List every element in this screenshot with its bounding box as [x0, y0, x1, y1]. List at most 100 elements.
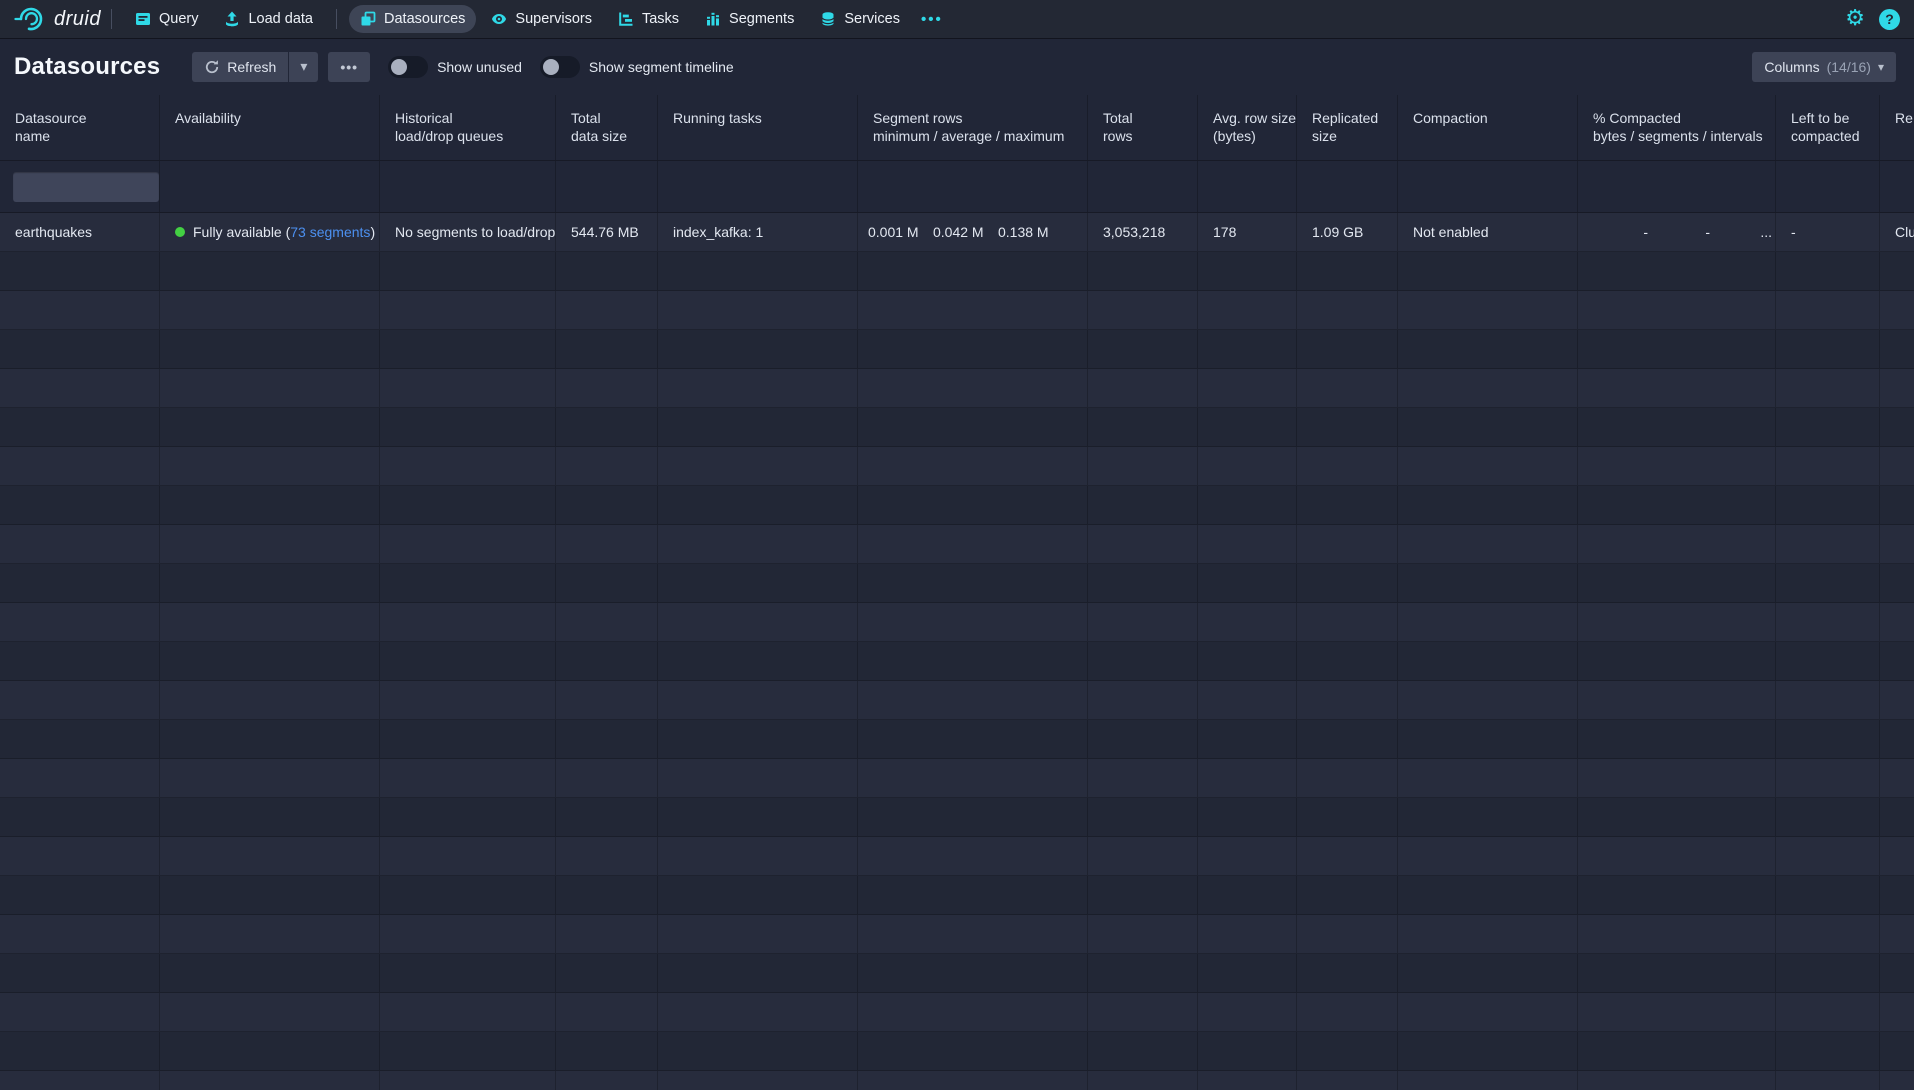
nav-item-segments[interactable]: Segments: [694, 5, 805, 33]
druid-logo[interactable]: druid: [14, 6, 101, 32]
empty-cell: [160, 525, 380, 563]
table-row-empty: [0, 837, 1914, 876]
column-header-availability[interactable]: Availability: [160, 95, 380, 160]
empty-cell: [0, 1071, 160, 1090]
cell-compaction[interactable]: Not enabled: [1398, 213, 1578, 251]
datasource-name-filter-input[interactable]: [13, 172, 159, 202]
show-unused-label: Show unused: [437, 59, 522, 75]
column-header-compaction[interactable]: Compaction: [1398, 95, 1578, 160]
empty-cell: [1880, 1032, 1914, 1070]
empty-cell: [1198, 876, 1297, 914]
nav-item-label: Tasks: [642, 11, 679, 27]
refresh-interval-caret-button[interactable]: ▾: [289, 52, 318, 82]
nav-more-button[interactable]: •••: [913, 5, 951, 34]
filter-cell: [1198, 161, 1297, 212]
empty-cell: [160, 486, 380, 524]
empty-cell: [658, 486, 858, 524]
cell-total-data-size: 544.76 MB: [556, 213, 658, 251]
empty-cell: [658, 876, 858, 914]
nav-item-datasources[interactable]: Datasources: [349, 5, 476, 33]
empty-cell: [1398, 837, 1578, 875]
empty-cell: [1297, 720, 1398, 758]
empty-cell: [1776, 798, 1880, 836]
refresh-split-button: Refresh ▾: [192, 52, 318, 82]
empty-cell: [1880, 876, 1914, 914]
column-header-historical[interactable]: Historicalload/drop queues: [380, 95, 556, 160]
empty-cell: [556, 993, 658, 1031]
empty-cell: [1880, 1071, 1914, 1090]
empty-cell: [1776, 447, 1880, 485]
empty-cell: [160, 681, 380, 719]
nav-divider: [336, 9, 337, 29]
empty-cell: [556, 681, 658, 719]
column-header-total[interactable]: Totaldata size: [556, 95, 658, 160]
refresh-button[interactable]: Refresh: [192, 52, 288, 82]
empty-cell: [1398, 1032, 1578, 1070]
cell-retention[interactable]: Clu: [1880, 213, 1914, 251]
empty-cell: [160, 369, 380, 407]
column-header-running-tasks[interactable]: Running tasks: [658, 95, 858, 160]
column-header-left-to-be[interactable]: Left to becompacted: [1776, 95, 1880, 160]
empty-cell: [858, 486, 1088, 524]
nav-item-load-data[interactable]: Load data: [213, 5, 324, 33]
nav-item-supervisors[interactable]: Supervisors: [480, 5, 603, 33]
nav-item-query[interactable]: Query: [124, 5, 210, 33]
column-header-avg-row-size[interactable]: Avg. row size(bytes): [1198, 95, 1297, 160]
empty-cell: [1297, 564, 1398, 602]
empty-cell: [1088, 564, 1198, 602]
empty-cell: [658, 1032, 858, 1070]
empty-cell: [1198, 603, 1297, 641]
show-segment-timeline-toggle[interactable]: [540, 56, 580, 78]
help-icon: ?: [1879, 9, 1900, 30]
gear-icon: ⚙: [1845, 8, 1865, 30]
empty-cell: [658, 954, 858, 992]
status-dot-icon: [175, 227, 185, 237]
datasources-icon: [360, 11, 376, 27]
table-row-empty: [0, 603, 1914, 642]
settings-button[interactable]: ⚙: [1845, 8, 1865, 30]
show-unused-toggle[interactable]: [388, 56, 428, 78]
empty-cell: [1297, 525, 1398, 563]
empty-cell: [1398, 564, 1578, 602]
table-row-empty: [0, 720, 1914, 759]
empty-cell: [1578, 1071, 1776, 1090]
empty-cell: [1297, 993, 1398, 1031]
column-header-replicated[interactable]: Replicatedsize: [1297, 95, 1398, 160]
columns-picker-button[interactable]: Columns (14/16) ▾: [1752, 52, 1896, 82]
empty-cell: [858, 564, 1088, 602]
column-header-re[interactable]: Re: [1880, 95, 1914, 160]
column-header--compacted[interactable]: % Compactedbytes / segments / intervals: [1578, 95, 1776, 160]
datasources-table: DatasourcenameAvailabilityHistoricalload…: [0, 95, 1914, 1090]
empty-cell: [1880, 291, 1914, 329]
filter-cell: [858, 161, 1088, 212]
empty-cell: [858, 525, 1088, 563]
refresh-icon: [204, 59, 220, 75]
empty-cell: [0, 681, 160, 719]
more-actions-button[interactable]: •••: [328, 52, 370, 82]
empty-cell: [556, 603, 658, 641]
empty-cell: [858, 915, 1088, 953]
cell-datasource-name[interactable]: earthquakes: [0, 213, 160, 251]
nav-item-tasks[interactable]: Tasks: [607, 5, 690, 33]
empty-cell: [1398, 486, 1578, 524]
table-row-earthquakes[interactable]: earthquakes Fully available (73 segments…: [0, 213, 1914, 252]
nav-item-services[interactable]: Services: [809, 5, 911, 33]
empty-cell: [1578, 1032, 1776, 1070]
empty-cell: [556, 798, 658, 836]
filter-cell: [0, 161, 160, 212]
empty-cell: [1880, 408, 1914, 446]
help-button[interactable]: ?: [1879, 9, 1900, 30]
empty-cell: [556, 954, 658, 992]
column-header-total[interactable]: Totalrows: [1088, 95, 1198, 160]
empty-cell: [1578, 408, 1776, 446]
cell-total-rows: 3,053,218: [1088, 213, 1198, 251]
segments-link[interactable]: 73 segments: [290, 224, 370, 240]
empty-cell: [0, 759, 160, 797]
empty-cell: [1398, 291, 1578, 329]
empty-cell: [1198, 486, 1297, 524]
filter-cell: [658, 161, 858, 212]
empty-cell: [1578, 603, 1776, 641]
column-header-datasource[interactable]: Datasourcename: [0, 95, 160, 160]
filter-cell: [1578, 161, 1776, 212]
column-header-segment-rows[interactable]: Segment rowsminimum / average / maximum: [858, 95, 1088, 160]
